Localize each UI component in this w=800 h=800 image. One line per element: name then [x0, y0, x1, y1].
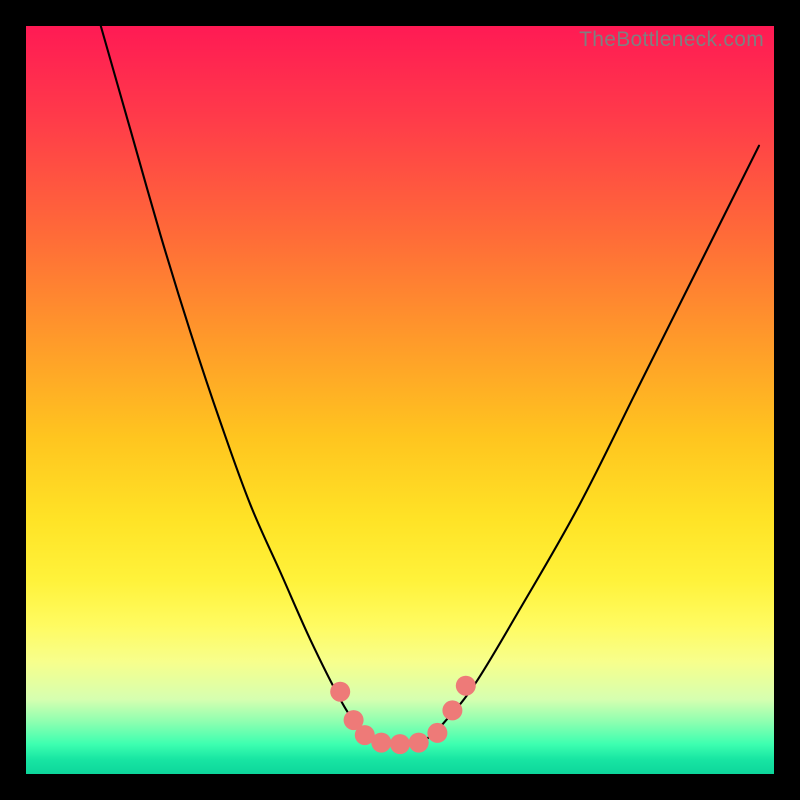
dot-right-3	[456, 676, 476, 696]
dot-right-2	[442, 700, 462, 720]
bottleneck-curve	[101, 26, 759, 745]
dot-right-1	[427, 723, 447, 743]
chart-frame: TheBottleneck.com	[0, 0, 800, 800]
marker-group	[330, 676, 476, 754]
dot-mid-3	[409, 733, 429, 753]
chart-svg	[26, 26, 774, 774]
dot-mid-2	[390, 734, 410, 754]
dot-left-1	[330, 682, 350, 702]
plot-area	[26, 26, 774, 774]
dot-mid-1	[371, 733, 391, 753]
